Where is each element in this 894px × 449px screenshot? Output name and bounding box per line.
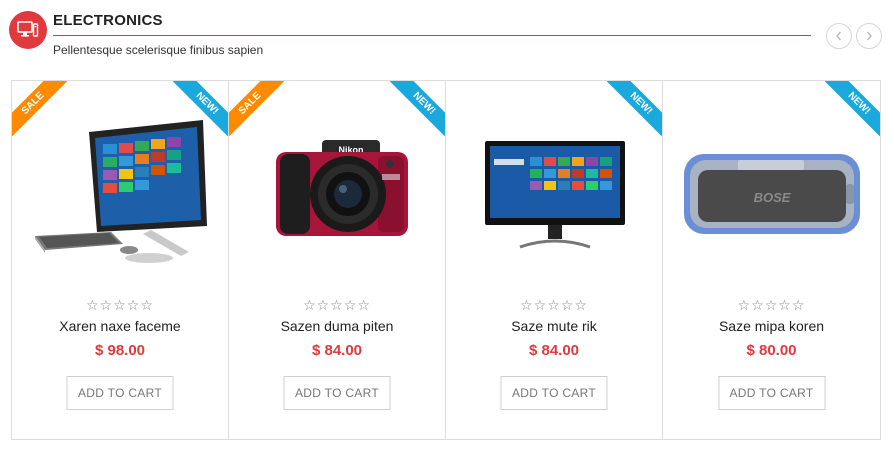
add-to-cart-button[interactable]: ADD TO CART — [283, 376, 391, 410]
product-grid: SALE NEW! ☆☆☆☆☆ Xaren naxe faceme $ 98.0… — [11, 80, 881, 440]
chevron-left-icon — [836, 31, 842, 41]
product-price: $ 98.00 — [94, 342, 146, 359]
product-name[interactable]: Sazen duma piten — [229, 318, 445, 334]
section-subtitle: Pellentesque scelerisque finibus sapien — [53, 43, 264, 57]
sale-ribbon: SALE — [229, 81, 284, 136]
chevron-right-icon — [866, 31, 872, 41]
product-price: $ 84.00 — [528, 342, 580, 359]
product-name[interactable]: Saze mipa koren — [663, 318, 880, 334]
product-card[interactable]: Nikon SALE NEW! ☆☆☆☆☆ Sazen duma piten $… — [229, 81, 446, 439]
product-price: $ 80.00 — [746, 342, 797, 359]
product-card[interactable]: NEW! ☆☆☆☆☆ Saze mute rik $ 84.00 ADD TO … — [446, 81, 663, 439]
star-rating: ☆☆☆☆☆ — [737, 297, 806, 313]
speaker-brand: BOSE — [753, 190, 790, 205]
new-ribbon: NEW! — [173, 81, 228, 136]
product-name[interactable]: Saze mute rik — [446, 318, 662, 334]
new-label: NEW! — [607, 81, 662, 136]
carousel-prev-button[interactable] — [826, 23, 852, 49]
product-price: $ 84.00 — [311, 342, 363, 359]
sale-ribbon: SALE — [12, 81, 67, 136]
star-rating: ☆☆☆☆☆ — [520, 297, 588, 313]
monitor-icon — [17, 21, 39, 37]
section-header: ELECTRONICS Pellentesque scelerisque fin… — [0, 0, 894, 70]
section-title: ELECTRONICS — [53, 12, 163, 29]
category-badge — [9, 11, 47, 49]
star-rating: ☆☆☆☆☆ — [86, 297, 154, 313]
product-card[interactable]: BOSE NEW! ☆☆☆☆☆ Saze mipa koren $ 80.00 … — [663, 81, 880, 439]
title-divider — [53, 35, 811, 36]
product-card[interactable]: SALE NEW! ☆☆☆☆☆ Xaren naxe faceme $ 98.0… — [12, 81, 229, 439]
new-label: NEW! — [390, 81, 445, 136]
star-rating: ☆☆☆☆☆ — [303, 297, 371, 313]
add-to-cart-button[interactable]: ADD TO CART — [718, 376, 825, 410]
sale-label: SALE — [229, 81, 284, 136]
add-to-cart-button[interactable]: ADD TO CART — [500, 376, 608, 410]
new-ribbon: NEW! — [825, 81, 880, 136]
new-ribbon: NEW! — [390, 81, 445, 136]
sale-label: SALE — [12, 81, 67, 136]
new-label: NEW! — [825, 81, 880, 136]
product-name[interactable]: Xaren naxe faceme — [12, 318, 228, 334]
new-label: NEW! — [173, 81, 228, 136]
add-to-cart-button[interactable]: ADD TO CART — [66, 376, 174, 410]
carousel-next-button[interactable] — [856, 23, 882, 49]
new-ribbon: NEW! — [607, 81, 662, 136]
